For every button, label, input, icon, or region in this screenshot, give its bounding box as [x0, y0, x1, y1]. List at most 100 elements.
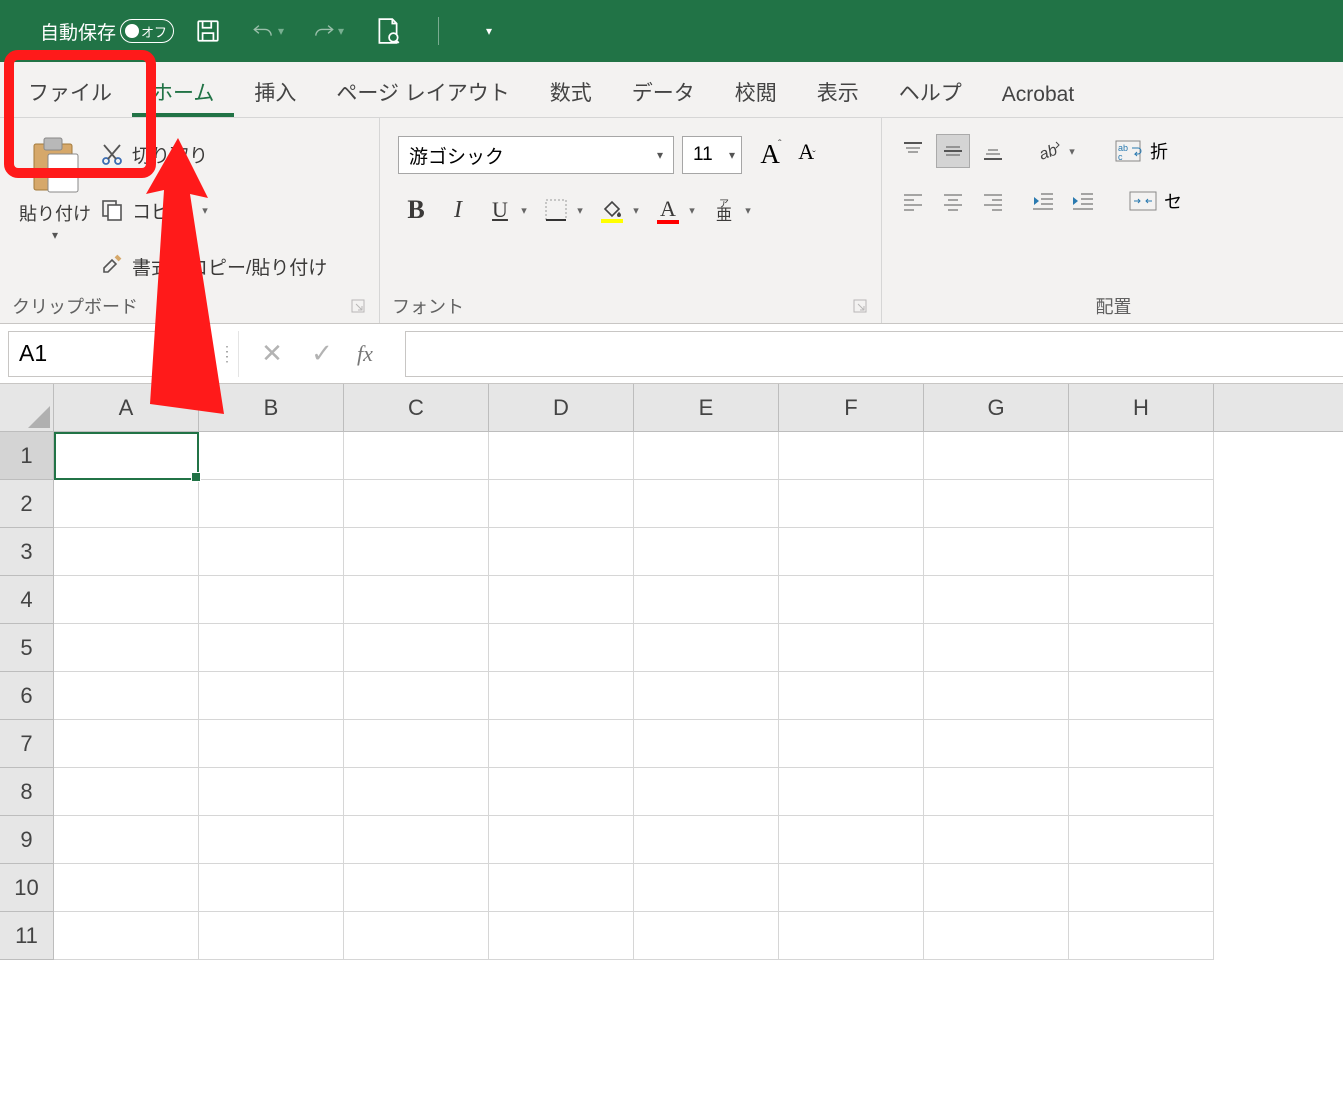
cell-B10[interactable] — [199, 864, 344, 912]
cell-E4[interactable] — [634, 576, 779, 624]
cell-H10[interactable] — [1069, 864, 1214, 912]
cell-E1[interactable] — [634, 432, 779, 480]
cell-B4[interactable] — [199, 576, 344, 624]
save-icon[interactable] — [192, 15, 224, 47]
cell-B11[interactable] — [199, 912, 344, 960]
align-center-button[interactable] — [936, 184, 970, 218]
cell-D3[interactable] — [489, 528, 634, 576]
cell-F6[interactable] — [779, 672, 924, 720]
borders-button[interactable] — [540, 192, 572, 228]
print-preview-icon[interactable] — [372, 15, 404, 47]
chevron-down-icon[interactable]: ▾ — [729, 148, 735, 162]
row-header-7[interactable]: 7 — [0, 720, 54, 768]
phonetic-dropdown[interactable]: ▾ — [740, 204, 754, 217]
col-header-E[interactable]: E — [634, 384, 779, 431]
cell-G9[interactable] — [924, 816, 1069, 864]
merge-center-button[interactable]: セ — [1128, 188, 1182, 214]
row-header-5[interactable]: 5 — [0, 624, 54, 672]
cell-B6[interactable] — [199, 672, 344, 720]
cell-G8[interactable] — [924, 768, 1069, 816]
row-header-9[interactable]: 9 — [0, 816, 54, 864]
cell-A9[interactable] — [54, 816, 199, 864]
tab-insert[interactable]: 挿入 — [234, 65, 316, 117]
cell-F9[interactable] — [779, 816, 924, 864]
cell-F2[interactable] — [779, 480, 924, 528]
tab-acrobat[interactable]: Acrobat — [982, 71, 1094, 117]
cell-G11[interactable] — [924, 912, 1069, 960]
col-header-D[interactable]: D — [489, 384, 634, 431]
cell-G1[interactable] — [924, 432, 1069, 480]
cell-F5[interactable] — [779, 624, 924, 672]
borders-dropdown[interactable]: ▾ — [572, 204, 586, 217]
cell-D5[interactable] — [489, 624, 634, 672]
cell-G4[interactable] — [924, 576, 1069, 624]
row-header-8[interactable]: 8 — [0, 768, 54, 816]
cell-D1[interactable] — [489, 432, 634, 480]
cell-F3[interactable] — [779, 528, 924, 576]
cell-C9[interactable] — [344, 816, 489, 864]
chevron-down-icon[interactable]: ▾ — [189, 347, 195, 361]
cell-E11[interactable] — [634, 912, 779, 960]
font-color-dropdown[interactable]: ▾ — [684, 204, 698, 217]
align-middle-button[interactable] — [936, 134, 970, 168]
row-header-4[interactable]: 4 — [0, 576, 54, 624]
tab-help[interactable]: ヘルプ — [879, 65, 982, 117]
cell-D10[interactable] — [489, 864, 634, 912]
cell-A6[interactable] — [54, 672, 199, 720]
select-all-corner[interactable] — [0, 384, 54, 431]
bold-button[interactable]: B — [400, 192, 432, 228]
cell-A4[interactable] — [54, 576, 199, 624]
dialog-launcher-icon[interactable] — [853, 299, 867, 313]
fill-color-dropdown[interactable]: ▾ — [628, 204, 642, 217]
cell-A2[interactable] — [54, 480, 199, 528]
decrease-font-size-button[interactable]: Aˇ — [790, 137, 826, 173]
cell-G2[interactable] — [924, 480, 1069, 528]
name-box-expand[interactable]: ⋮⋮ — [216, 349, 238, 359]
increase-font-size-button[interactable]: Aˆ — [754, 137, 790, 173]
formula-input[interactable] — [405, 331, 1343, 377]
italic-button[interactable]: I — [442, 192, 474, 228]
undo-icon[interactable]: ▾ — [252, 15, 284, 47]
cell-C3[interactable] — [344, 528, 489, 576]
autosave-toggle[interactable]: 自動保存 オフ — [40, 18, 174, 45]
format-painter-button[interactable]: 書式のコピー/貼り付け — [100, 253, 327, 280]
cell-A10[interactable] — [54, 864, 199, 912]
cell-C11[interactable] — [344, 912, 489, 960]
tab-home[interactable]: ホーム — [132, 65, 234, 117]
col-header-C[interactable]: C — [344, 384, 489, 431]
cell-C10[interactable] — [344, 864, 489, 912]
align-left-button[interactable] — [896, 184, 930, 218]
paste-icon[interactable] — [28, 136, 82, 194]
font-size-combo[interactable]: 11 ▾ — [682, 136, 742, 174]
cell-D8[interactable] — [489, 768, 634, 816]
cell-F8[interactable] — [779, 768, 924, 816]
cell-A3[interactable] — [54, 528, 199, 576]
cell-H8[interactable] — [1069, 768, 1214, 816]
cell-D4[interactable] — [489, 576, 634, 624]
cell-E9[interactable] — [634, 816, 779, 864]
cell-H3[interactable] — [1069, 528, 1214, 576]
underline-dropdown[interactable]: ▾ — [516, 204, 530, 217]
chevron-down-icon[interactable]: ▾ — [657, 148, 663, 162]
cell-G6[interactable] — [924, 672, 1069, 720]
paste-dropdown[interactable]: ▾ — [52, 228, 58, 242]
cell-C8[interactable] — [344, 768, 489, 816]
cell-A11[interactable] — [54, 912, 199, 960]
cell-B5[interactable] — [199, 624, 344, 672]
orientation-button[interactable]: ab ▾ — [1036, 138, 1078, 164]
row-header-3[interactable]: 3 — [0, 528, 54, 576]
cell-G5[interactable] — [924, 624, 1069, 672]
cell-H11[interactable] — [1069, 912, 1214, 960]
cell-F10[interactable] — [779, 864, 924, 912]
wrap-text-button[interactable]: abc 折 — [1114, 138, 1168, 164]
fill-color-button[interactable] — [596, 192, 628, 228]
cell-G7[interactable] — [924, 720, 1069, 768]
cell-E5[interactable] — [634, 624, 779, 672]
tab-file[interactable]: ファイル — [8, 65, 132, 117]
cell-H2[interactable] — [1069, 480, 1214, 528]
cell-B2[interactable] — [199, 480, 344, 528]
cell-B7[interactable] — [199, 720, 344, 768]
cell-A8[interactable] — [54, 768, 199, 816]
redo-icon[interactable]: ▾ — [312, 15, 344, 47]
cell-H4[interactable] — [1069, 576, 1214, 624]
